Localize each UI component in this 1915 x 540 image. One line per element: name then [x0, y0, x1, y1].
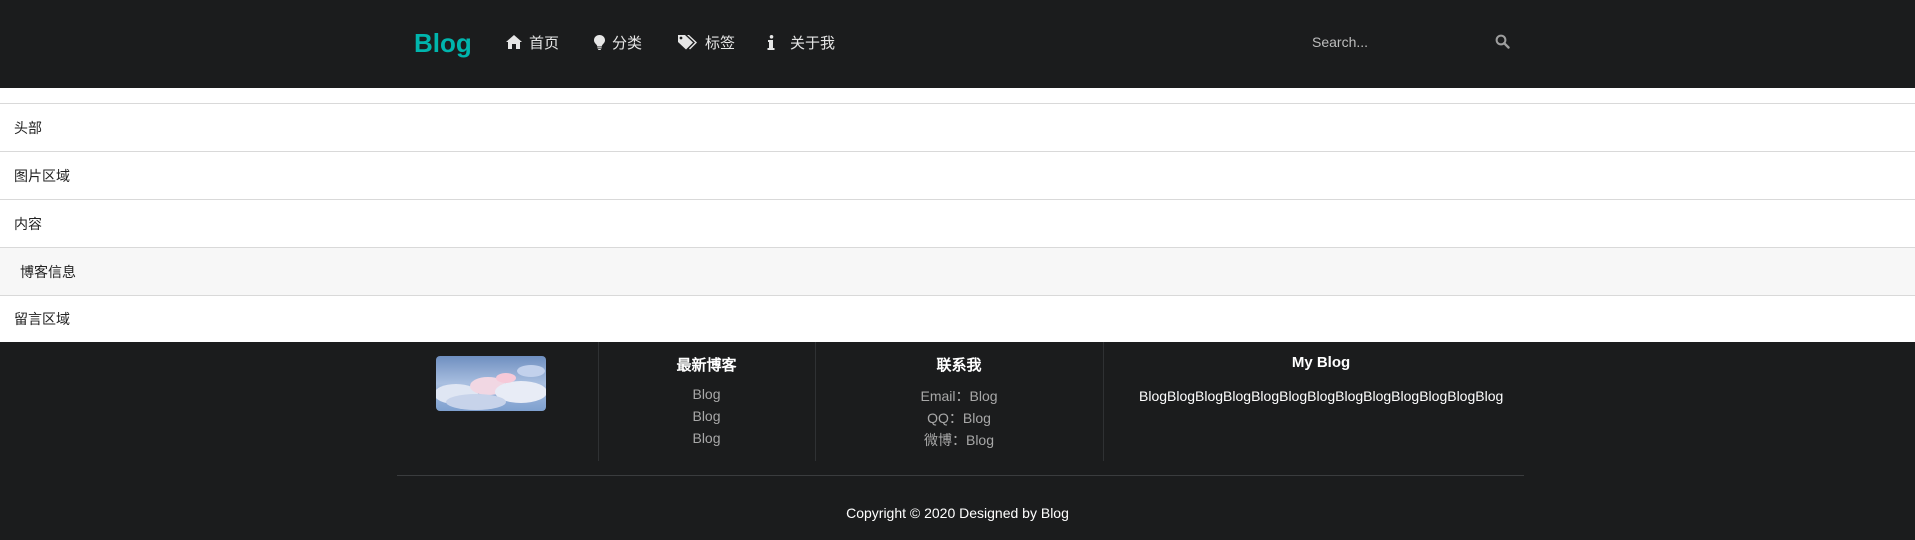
home-icon: [506, 35, 522, 49]
section-comments: 留言区域: [0, 295, 1915, 343]
section-label: 内容: [14, 215, 42, 232]
footer-contact-weibo: 微博：Blog: [923, 432, 995, 448]
footer-divider: [397, 475, 1524, 476]
nav-item-label: 标签: [705, 34, 736, 52]
footer-latest-link[interactable]: Blog: [598, 386, 815, 402]
nav-item-label: 关于我: [790, 34, 836, 52]
tags-icon: [678, 34, 697, 49]
footer-about-title: My Blog: [1291, 354, 1351, 371]
section-blog-info: 博客信息: [0, 247, 1915, 295]
search-input[interactable]: [1312, 29, 1482, 55]
nav-item-tags[interactable]: 标签: [678, 31, 735, 53]
nav-item-category[interactable]: 分类: [594, 31, 642, 53]
footer-contact-qq: QQ：Blog: [927, 410, 991, 426]
section-label: 留言区域: [14, 311, 70, 327]
nav-item-label: 首页: [529, 34, 560, 52]
section-header: 头部: [0, 103, 1915, 151]
nav-item-about[interactable]: 关于我: [767, 31, 835, 53]
site-footer: 最新博客 Blog Blog Blog 联系我 Email：Blog QQ：Bl…: [0, 342, 1915, 540]
footer-latest-link[interactable]: Blog: [598, 430, 815, 446]
footer-latest-link[interactable]: Blog: [598, 408, 815, 424]
footer-latest-title: 最新博客: [676, 357, 737, 374]
footer-image: [436, 356, 546, 411]
page-sections: 头部 图片区域 内容 博客信息 留言区域: [0, 103, 1915, 343]
footer-contact-email: Email：Blog: [920, 388, 998, 404]
nav-item-home[interactable]: 首页: [506, 31, 559, 53]
brand-logo[interactable]: Blog: [414, 26, 472, 60]
search-box: [1312, 28, 1512, 56]
top-navbar: Blog 首页 分类 标签 关于我: [0, 0, 1915, 88]
section-content: 内容: [0, 199, 1915, 247]
section-label: 图片区域: [14, 167, 70, 184]
section-image-area: 图片区域: [0, 151, 1915, 199]
nav-item-label: 分类: [612, 34, 643, 52]
footer-about-text: BlogBlogBlogBlogBlogBlogBlogBlogBlogBlog…: [1139, 388, 1504, 404]
footer-contact-title: 联系我: [936, 357, 982, 374]
section-label: 头部: [14, 119, 42, 136]
footer-copyright: Copyright © 2020 Designed by Blog: [846, 505, 1069, 521]
info-icon: [767, 34, 775, 50]
search-icon[interactable]: [1495, 34, 1510, 49]
section-label: 博客信息: [20, 263, 76, 280]
lightbulb-icon: [594, 34, 605, 50]
